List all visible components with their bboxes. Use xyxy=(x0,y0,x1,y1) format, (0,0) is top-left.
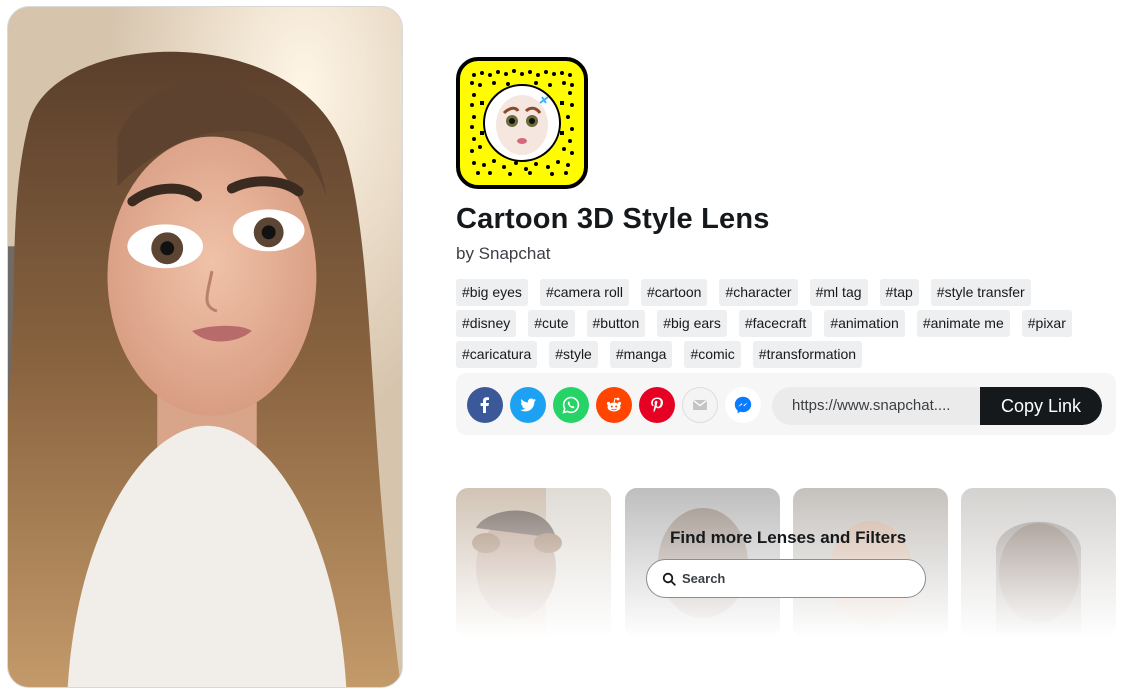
tag[interactable]: #tap xyxy=(879,279,919,306)
tag[interactable]: #animate me xyxy=(916,310,1010,337)
lens-title: Cartoon 3D Style Lens xyxy=(456,203,770,235)
tag[interactable]: #manga xyxy=(609,341,673,368)
tag[interactable]: #big eyes xyxy=(456,279,528,306)
tag-list: #big eyes #camera roll #cartoon #charact… xyxy=(456,279,1096,368)
lens-creator[interactable]: by Snapchat xyxy=(456,244,551,264)
whatsapp-share-button[interactable] xyxy=(553,387,589,423)
pinterest-icon xyxy=(651,397,663,413)
tag[interactable]: #caricatura xyxy=(456,341,538,368)
tag[interactable]: #ml tag xyxy=(809,279,868,306)
lens-search-box[interactable] xyxy=(646,559,926,598)
reddit-share-button[interactable] xyxy=(596,387,632,423)
share-link-field[interactable]: https://www.snapchat.... Copy Link xyxy=(772,387,1102,425)
tag[interactable]: #facecraft xyxy=(738,310,813,337)
cartoon-portrait-image xyxy=(8,7,402,687)
tag[interactable]: #style xyxy=(549,341,598,368)
email-share-button[interactable] xyxy=(682,387,718,423)
reddit-icon xyxy=(606,397,622,412)
facebook-share-button[interactable] xyxy=(467,387,503,423)
more-lenses-title: Find more Lenses and Filters xyxy=(670,528,907,547)
twitter-icon xyxy=(520,398,536,412)
tag[interactable]: #transformation xyxy=(752,341,863,368)
more-lenses-section: Find more Lenses and Filters xyxy=(456,488,1116,638)
tag[interactable]: #comic xyxy=(684,341,741,368)
messenger-share-button[interactable] xyxy=(725,387,761,423)
share-icons xyxy=(467,387,761,423)
copy-link-button[interactable]: Copy Link xyxy=(980,387,1102,425)
tag[interactable]: #button xyxy=(586,310,646,337)
snapcode[interactable] xyxy=(456,57,588,189)
snapcode-qr-image xyxy=(470,69,574,176)
pinterest-share-button[interactable] xyxy=(639,387,675,423)
share-link-url[interactable]: https://www.snapchat.... xyxy=(792,397,972,414)
whatsapp-icon xyxy=(562,396,580,414)
tag[interactable]: #disney xyxy=(456,310,517,337)
messenger-icon xyxy=(734,396,752,414)
tag[interactable]: #camera roll xyxy=(539,279,629,306)
search-icon xyxy=(662,572,676,586)
twitter-share-button[interactable] xyxy=(510,387,546,423)
lens-details: Cartoon 3D Style Lens by Snapchat #big e… xyxy=(456,0,1118,694)
email-icon xyxy=(693,399,707,410)
tag[interactable]: #cute xyxy=(528,310,575,337)
share-bar: https://www.snapchat.... Copy Link xyxy=(456,373,1116,435)
lens-preview-image xyxy=(7,6,403,688)
tag[interactable]: #big ears xyxy=(657,310,727,337)
tag[interactable]: #animation xyxy=(824,310,905,337)
tag[interactable]: #cartoon xyxy=(640,279,708,306)
tag[interactable]: #style transfer xyxy=(930,279,1031,306)
tag[interactable]: #character xyxy=(719,279,798,306)
search-input[interactable] xyxy=(682,571,902,586)
tag[interactable]: #pixar xyxy=(1021,310,1072,337)
facebook-icon xyxy=(480,397,489,413)
